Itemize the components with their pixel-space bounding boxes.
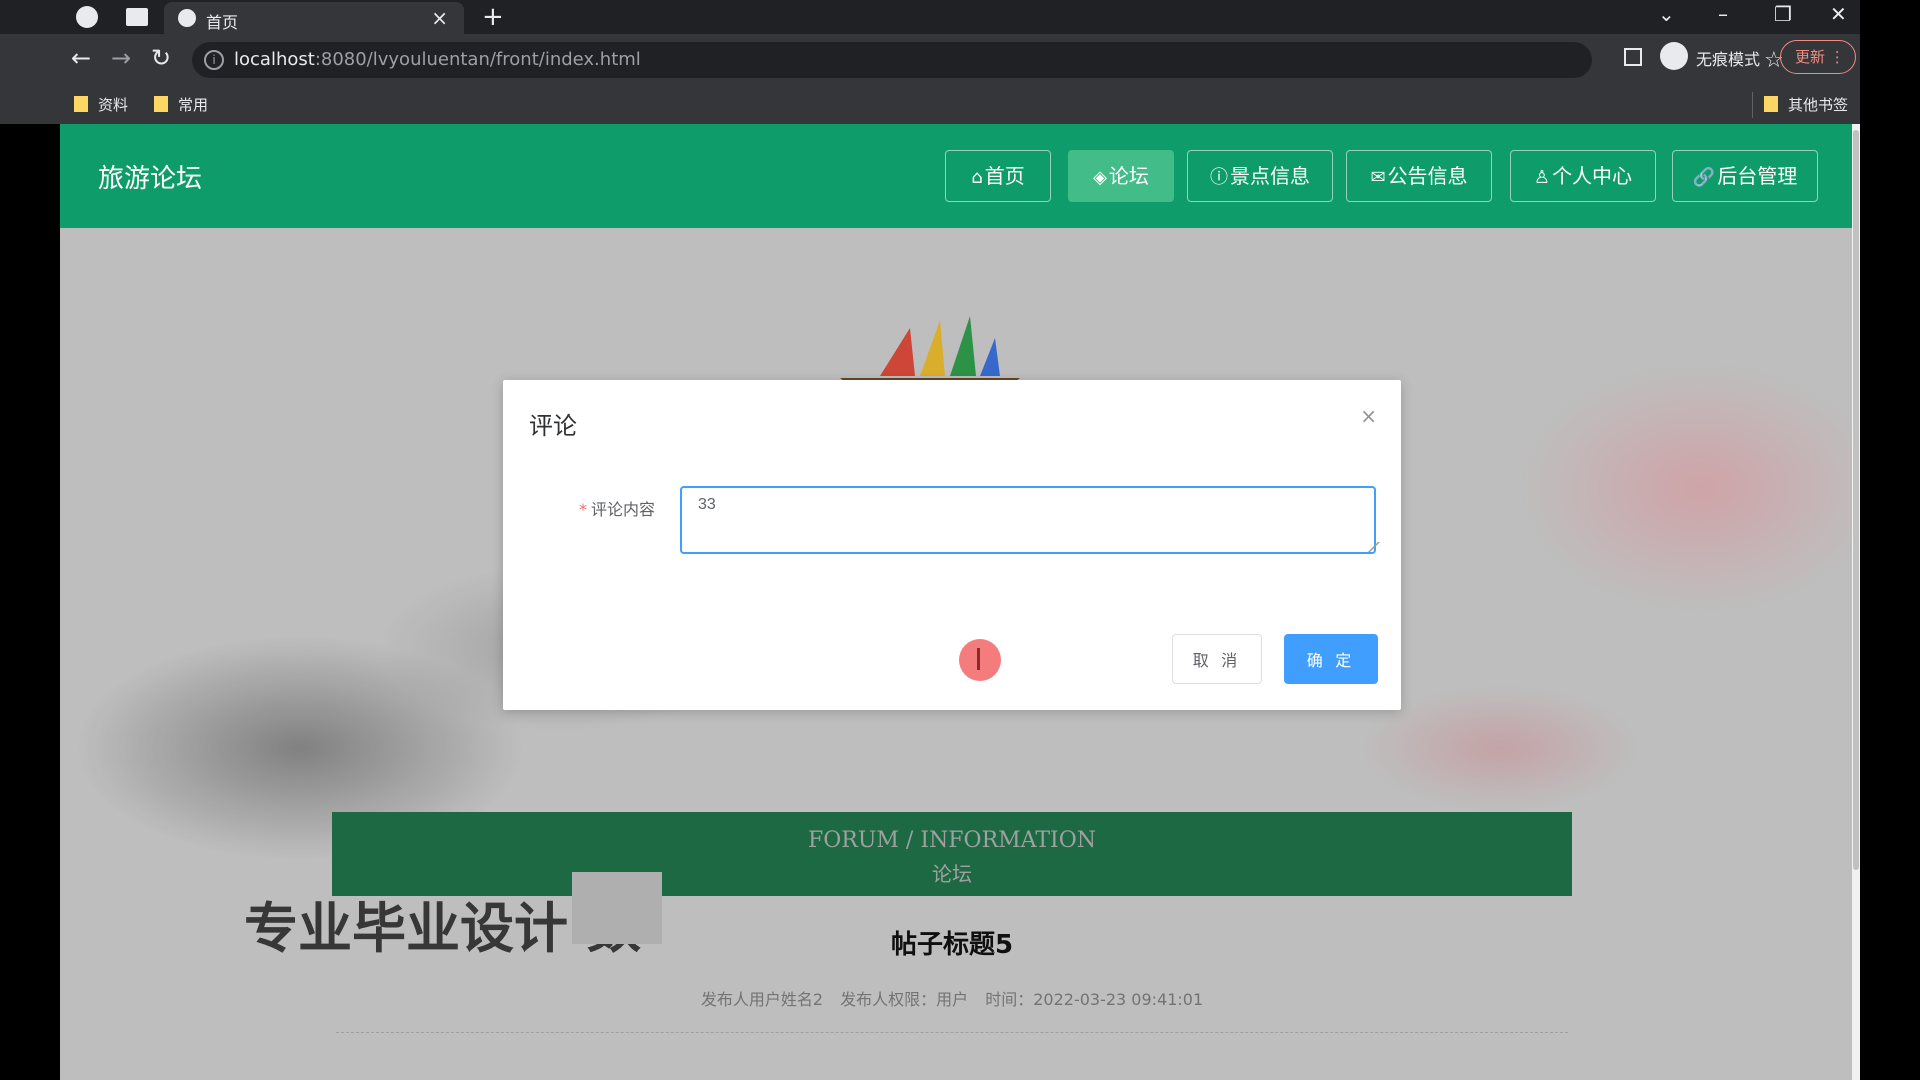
bookmark-label: 常用: [178, 96, 209, 114]
nav-label: 景点信息: [1230, 164, 1310, 188]
required-mark: *: [579, 500, 587, 519]
scrollbar-thumb[interactable]: [1853, 130, 1859, 870]
nav-label: 后台管理: [1717, 164, 1798, 188]
comment-label: * 评论内容: [579, 496, 655, 520]
home-icon: ⌂: [971, 167, 983, 188]
close-window-button[interactable]: ✕: [1830, 2, 1847, 26]
bookmarks-divider: [1752, 92, 1753, 118]
bookmark-folder-ziliao[interactable]: 资料: [74, 94, 128, 115]
other-bookmarks-label: 其他书签: [1788, 96, 1849, 114]
nav-personal-center[interactable]: ♙ 个人中心: [1510, 150, 1656, 202]
site-header: 旅游论坛 ⌂ 首页 ◈ 论坛 ⓘ 景点信息 ✉ 公告信息 ♙ 个人中心 🔗 后台管理: [60, 124, 1852, 228]
bookmarks-bar: 资料 常用 其他书签: [0, 86, 1860, 124]
confirm-button[interactable]: 确 定: [1284, 634, 1378, 684]
close-icon[interactable]: ×: [1360, 404, 1377, 428]
address-bar[interactable]: i localhost:8080/lvyouluentan/front/inde…: [192, 42, 1784, 78]
dialog-title: 评论: [529, 412, 577, 440]
nav-announcements[interactable]: ✉ 公告信息: [1346, 150, 1492, 202]
incognito-icon: [1660, 42, 1688, 70]
nav-forum[interactable]: ◈ 论坛: [1068, 150, 1174, 202]
nav-label: 个人中心: [1552, 164, 1633, 188]
side-panel-icon[interactable]: [1624, 48, 1642, 66]
nav-scenic-info[interactable]: ⓘ 景点信息: [1187, 150, 1333, 202]
forward-icon[interactable]: →: [106, 44, 136, 72]
comment-label-text: 评论内容: [591, 500, 656, 519]
nav-label: 首页: [984, 164, 1025, 188]
back-icon[interactable]: ←: [66, 44, 96, 72]
cursor-highlight: [959, 639, 1001, 681]
tab-title: 首页: [206, 13, 239, 32]
comment-textarea[interactable]: 33: [680, 486, 1376, 554]
tab-home[interactable]: 首页 ×: [164, 2, 464, 34]
browser-chrome: 首页 × + ⌄ – ❐ ✕ ← → ↻ i localhost:8080/lv…: [0, 0, 1860, 124]
site-title: 旅游论坛: [98, 164, 203, 194]
minimize-button[interactable]: –: [1718, 2, 1728, 26]
nav-label: 论坛: [1108, 164, 1149, 188]
tab-strip: 首页 × + ⌄ – ❐ ✕: [0, 0, 1860, 34]
tab-close-icon[interactable]: ×: [431, 6, 448, 30]
url-host: localhost: [234, 49, 315, 70]
incognito-label: 无痕模式: [1696, 50, 1761, 69]
page-viewport: 旅游论坛 ⌂ 首页 ◈ 论坛 ⓘ 景点信息 ✉ 公告信息 ♙ 个人中心 🔗 后台管理 FOR…: [60, 124, 1852, 1080]
globe-icon: [178, 9, 196, 27]
new-tab-button[interactable]: +: [482, 2, 504, 32]
user-icon: ♙: [1533, 167, 1551, 188]
tab-list-icon[interactable]: ⌄: [1658, 2, 1675, 26]
site-info-icon[interactable]: i: [204, 50, 224, 70]
folder-icon: [74, 96, 88, 112]
reload-icon[interactable]: ↻: [146, 44, 176, 72]
cancel-button[interactable]: 取 消: [1172, 634, 1262, 684]
nav-label: 公告信息: [1387, 164, 1468, 188]
browser-toolbar: ← → ↻ i localhost:8080/lvyouluentan/fron…: [0, 34, 1860, 86]
folder-icon: [154, 96, 168, 112]
bookmark-folder-changyong[interactable]: 常用: [154, 94, 208, 115]
forum-icon: ◈: [1093, 167, 1107, 188]
bookmark-label: 资料: [98, 96, 129, 114]
update-label: 更新: [1795, 48, 1826, 66]
url-text: localhost:8080/lvyouluentan/front/index.…: [234, 49, 641, 70]
text-cursor-icon: [977, 648, 980, 670]
mail-icon: ✉: [1370, 167, 1386, 188]
nav-home[interactable]: ⌂ 首页: [945, 150, 1051, 202]
url-path: :8080/lvyouluentan/front/index.html: [314, 49, 641, 70]
tab-search-icon[interactable]: [126, 8, 148, 26]
info-icon: ⓘ: [1210, 167, 1228, 188]
comment-dialog: 评论 × * 评论内容 33 取 消 确 定: [503, 380, 1401, 710]
link-icon: 🔗: [1692, 167, 1716, 188]
restore-button[interactable]: ❐: [1774, 2, 1792, 26]
update-button[interactable]: 更新 ⋮: [1780, 40, 1856, 74]
chrome-icon[interactable]: [76, 6, 98, 28]
nav-admin[interactable]: 🔗 后台管理: [1672, 150, 1818, 202]
other-bookmarks[interactable]: 其他书签: [1764, 94, 1848, 115]
folder-icon: [1764, 96, 1778, 112]
